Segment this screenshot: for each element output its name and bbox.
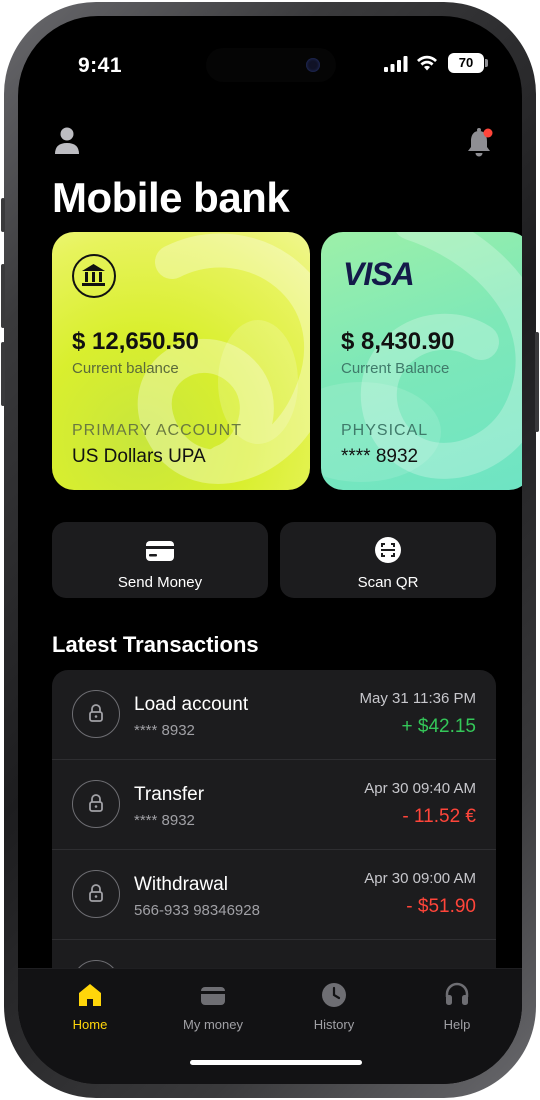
tab-help[interactable]: Help [407,981,507,1041]
card-account-label: PHYSICAL [341,422,429,439]
cellular-signal-icon [384,56,408,72]
card-balance-label: Current balance [72,360,179,377]
transaction-title: Load account [134,694,249,715]
scan-qr-button[interactable]: Scan QR [280,522,496,598]
phone-frame: 9:41 70 Mobile bank $ 12,650.50 Current … [1,2,539,1098]
lock-icon [72,870,120,918]
wallet-icon [201,987,225,1005]
home-icon [79,984,101,1006]
transaction-date: Apr 30 09:00 AM [364,870,476,887]
transaction-amount: - $51.90 [406,896,476,917]
send-money-label: Send Money [117,574,203,591]
transaction-account: **** 8932 [134,812,195,829]
tab-bar: Home My money History Help [18,968,522,1084]
card-icon [146,541,174,561]
transaction-account: 566-933 98346928 [134,902,260,919]
transaction-date: Apr 30 09:40 AM [364,780,476,797]
primary-account-card[interactable]: $ 12,650.50 Current balance PRIMARY ACCO… [52,232,310,490]
send-money-button[interactable]: Send Money [52,522,268,598]
tab-home-label: Home [72,1017,108,1032]
transaction-amount: - 11.52 € [402,806,476,827]
volume-up-button [1,264,5,328]
volume-down-button [1,342,5,406]
card-account-label: PRIMARY ACCOUNT [72,422,242,439]
scan-qr-label: Scan QR [357,574,419,591]
scan-qr-icon [375,537,401,563]
notification-bell-icon[interactable] [466,126,494,158]
headset-icon [445,982,469,1005]
card-account-name: US Dollars UPA [72,446,206,467]
tab-my-money-label: My money [183,1017,243,1032]
tab-my-money[interactable]: My money [163,981,263,1041]
transaction-title: Transfer [134,784,205,805]
status-bar: 9:41 70 [18,16,522,106]
transaction-amount: + $42.15 [401,716,477,737]
lock-icon [72,690,120,738]
transaction-date: May 31 11:36 PM [359,690,476,707]
card-account-name: **** 8932 [341,446,419,467]
tab-home[interactable]: Home [40,981,140,1041]
tab-history-label: History [313,1017,355,1032]
bank-icon [72,254,116,298]
status-time: 9:41 [78,54,123,77]
battery-indicator: 70 [448,53,488,73]
dynamic-island [206,48,336,82]
home-indicator[interactable] [190,1060,362,1065]
lock-icon [72,780,120,828]
card-balance: $ 12,650.50 [72,328,199,355]
transaction-row[interactable]: Transfer **** 8932 Apr 30 09:40 AM - 11.… [52,760,496,850]
screen: 9:41 70 Mobile bank $ 12,650.50 Current … [18,16,522,1084]
wifi-icon [417,55,437,71]
transaction-row[interactable]: Withdrawal 566-933 98346928 Apr 30 09:00… [52,850,496,940]
card-balance-label: Current Balance [341,360,450,377]
visa-logo: VISA [343,256,415,292]
transaction-title: Withdrawal [134,874,228,895]
clock-icon [322,983,346,1007]
transaction-row[interactable]: Load account **** 8932 May 31 11:36 PM +… [52,670,496,760]
camera-icon [306,58,320,72]
transaction-account: **** 8932 [134,722,195,739]
profile-icon[interactable] [54,126,80,156]
page-title: Mobile bank [52,174,290,221]
visa-card[interactable]: VISA $ 8,430.90 Current Balance PHYSICAL… [321,232,522,490]
card-balance: $ 8,430.90 [341,328,455,355]
power-button [535,332,539,432]
transactions-heading: Latest Transactions [52,632,259,657]
tab-help-label: Help [443,1017,471,1032]
action-button [1,198,5,232]
tab-history[interactable]: History [284,981,384,1041]
